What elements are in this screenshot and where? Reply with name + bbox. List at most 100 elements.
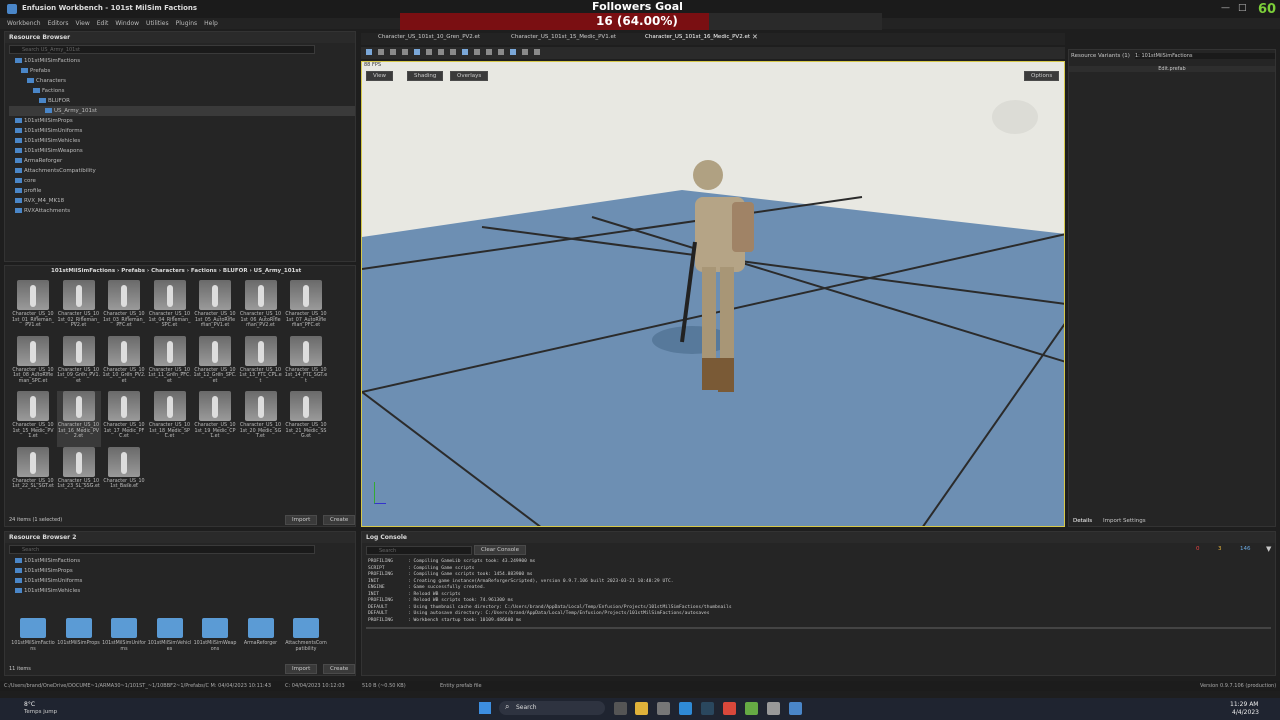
app-icon-1[interactable] <box>657 702 670 715</box>
create-button-2[interactable]: Create <box>323 664 356 674</box>
tree-item[interactable]: 101stMilSimVehicles <box>9 136 355 146</box>
fullscreen-icon[interactable] <box>534 49 540 55</box>
file-thumbnail[interactable]: Character_US_101st_14_FTL_SGT.et <box>284 335 328 392</box>
maximize-icon[interactable]: □ <box>1238 3 1247 13</box>
play-icon[interactable] <box>486 49 492 55</box>
tree-item[interactable]: Factions <box>9 86 355 96</box>
file-thumbnail[interactable]: Character_US_101st_13_FTL_CPL.et <box>239 335 283 392</box>
import-button[interactable]: Import <box>285 515 318 525</box>
file-thumbnail[interactable]: Character_US_101st_17_Medic_PFC.et <box>102 391 146 447</box>
editor-tab-2[interactable]: Character_US_101st_15_Medic_PV1.et <box>511 34 616 44</box>
file-thumbnail[interactable]: Character_US_101st_08_AutoRifleman_SPC.e… <box>11 335 55 392</box>
file-thumbnail[interactable]: Character_US_101st_20_Medic_SGT.et <box>239 391 283 447</box>
tree-item[interactable]: 101stMilSimProps <box>9 116 355 126</box>
breadcrumb-item[interactable]: BLUFOR <box>223 268 248 274</box>
chrome-icon[interactable] <box>723 702 736 715</box>
breadcrumb-item[interactable]: Prefabs <box>121 268 145 274</box>
tree-item[interactable]: RVXAttachments <box>9 206 355 216</box>
scale-icon[interactable] <box>402 49 408 55</box>
options-button[interactable]: Options <box>1024 71 1060 81</box>
tree-item[interactable]: US_Army_101st <box>9 106 355 116</box>
file-thumbnail[interactable]: Character_US_101st_01_Rifleman_PV1.et <box>11 280 55 336</box>
tree-item[interactable]: Prefabs <box>9 66 355 76</box>
physics-icon[interactable] <box>462 49 468 55</box>
folder-item[interactable]: 101stMilSimVehicles <box>148 618 192 653</box>
menu-window[interactable]: Window <box>115 20 139 27</box>
warning-count[interactable]: 3 <box>1218 546 1222 552</box>
create-button[interactable]: Create <box>323 515 356 525</box>
error-count[interactable]: 0 <box>1196 546 1200 552</box>
file-thumbnail[interactable]: Character_US_101st_16_Medic_PV2.et <box>56 391 101 447</box>
breadcrumb-item[interactable]: US_Army_101st <box>254 268 302 274</box>
file-thumbnail[interactable]: Character_US_101st_21_Medic_SSG.et <box>284 391 328 447</box>
breadcrumb-item[interactable]: Factions <box>191 268 217 274</box>
menu-workbench[interactable]: Workbench <box>7 20 41 27</box>
tree-item[interactable]: AttachmentsCompatibility <box>9 166 355 176</box>
file-thumbnail[interactable]: Character_US_101st_02_Rifleman_PV2.et <box>57 280 101 336</box>
taskbar-search[interactable] <box>499 701 605 715</box>
rotate-icon[interactable] <box>390 49 396 55</box>
info-count[interactable]: 146 <box>1240 546 1251 552</box>
breadcrumb-item[interactable]: Characters <box>151 268 185 274</box>
file-thumbnail[interactable]: Character_US_101st_23_SL_SSG.et <box>57 446 101 503</box>
tree-item[interactable]: RVX_M4_MK18 <box>9 196 355 206</box>
move-icon[interactable] <box>378 49 384 55</box>
snap-icon[interactable] <box>414 49 420 55</box>
folder-item[interactable]: 101stMilSimUniforms <box>102 618 146 653</box>
editor-tab-3[interactable]: Character_US_101st_16_Medic_PV2.et <box>645 34 750 44</box>
tree-item[interactable]: BLUFOR <box>9 96 355 106</box>
shading-button[interactable]: Shading <box>407 71 444 81</box>
tab-import-settings[interactable]: Import Settings <box>1103 518 1146 524</box>
steam-icon[interactable] <box>701 702 714 715</box>
camera-icon[interactable] <box>438 49 444 55</box>
app-icon-2[interactable] <box>745 702 758 715</box>
file-thumbnail[interactable]: Character_US_101st_07_AutoRifleman_PFC.e… <box>284 280 328 336</box>
file-thumbnail[interactable]: Character_US_101st_05_AutoRifleman_PV1.e… <box>193 280 237 336</box>
close-tab-icon[interactable]: ✕ <box>752 33 758 41</box>
folder-item[interactable]: 101stMilSimWeapons <box>193 618 237 653</box>
menu-editors[interactable]: Editors <box>48 20 69 27</box>
file-thumbnail[interactable]: Character_US_101st_Base.et <box>102 446 146 503</box>
menu-help[interactable]: Help <box>204 20 218 27</box>
light-icon[interactable] <box>450 49 456 55</box>
layers-icon[interactable] <box>522 49 528 55</box>
weather-text[interactable]: Temps jump <box>24 709 57 715</box>
filter-icon[interactable]: ▼ <box>1266 545 1271 553</box>
folder-item[interactable]: ArmaReforger <box>239 618 283 647</box>
edge-icon[interactable] <box>679 702 692 715</box>
file-thumbnail[interactable]: Character_US_101st_19_Medic_CPL.et <box>193 391 237 447</box>
menu-utilities[interactable]: Utilities <box>146 20 169 27</box>
tree-item[interactable]: 101stMilSimFactions <box>9 56 355 66</box>
file-thumbnail[interactable]: Character_US_101st_04_Rifleman_SPC.et <box>148 280 192 336</box>
tree-item[interactable]: 101stMilSimFactions <box>9 556 355 566</box>
variant-select[interactable]: 1: 101stMilSimFactions <box>1135 53 1275 59</box>
tree-item[interactable]: 101stMilSimWeapons <box>9 146 355 156</box>
settings-icon[interactable] <box>510 49 516 55</box>
tree-item[interactable]: Characters <box>9 76 355 86</box>
menu-view[interactable]: View <box>76 20 90 27</box>
import-button-2[interactable]: Import <box>285 664 318 674</box>
file-thumbnail[interactable]: Character_US_101st_03_Rifleman_PFC.et <box>102 280 146 336</box>
folder-item[interactable]: 101stMilSimFactions <box>11 618 55 653</box>
tree-item[interactable]: 101stMilSimUniforms <box>9 126 355 136</box>
view-cube-icon[interactable] <box>992 100 1038 134</box>
file-thumbnail[interactable]: Character_US_101st_09_Gren_PV1.et <box>57 335 101 392</box>
resource2-search-input[interactable]: Search <box>9 545 315 554</box>
3d-viewport[interactable]: 88 FPS View Shading Overlays Options <box>361 61 1065 527</box>
file-thumbnail[interactable]: Character_US_101st_12_Gren_SPC.et <box>193 335 237 392</box>
file-explorer-icon[interactable] <box>635 702 648 715</box>
tab-details[interactable]: Details <box>1073 518 1092 524</box>
clear-console-button[interactable]: Clear Console <box>474 545 526 555</box>
workbench-taskbar-icon[interactable] <box>789 702 802 715</box>
view-button[interactable]: View <box>366 71 394 81</box>
overlays-button[interactable]: Overlays <box>450 71 489 81</box>
file-thumbnail[interactable]: Character_US_101st_22_SL_SGT.et <box>11 446 55 503</box>
file-thumbnail[interactable]: Character_US_101st_10_Gren_PV2.et <box>102 335 146 392</box>
editor-tab-1[interactable]: Character_US_101st_10_Gren_PV2.et <box>378 34 480 44</box>
menu-edit[interactable]: Edit <box>97 20 109 27</box>
weather-temp[interactable]: 8°C <box>24 701 35 708</box>
clock-time[interactable]: 11:29 AM <box>1230 701 1258 708</box>
tree-item[interactable]: 101stMilSimProps <box>9 566 355 576</box>
tree-item[interactable]: 101stMilSimUniforms <box>9 576 355 586</box>
menu-plugins[interactable]: Plugins <box>176 20 198 27</box>
